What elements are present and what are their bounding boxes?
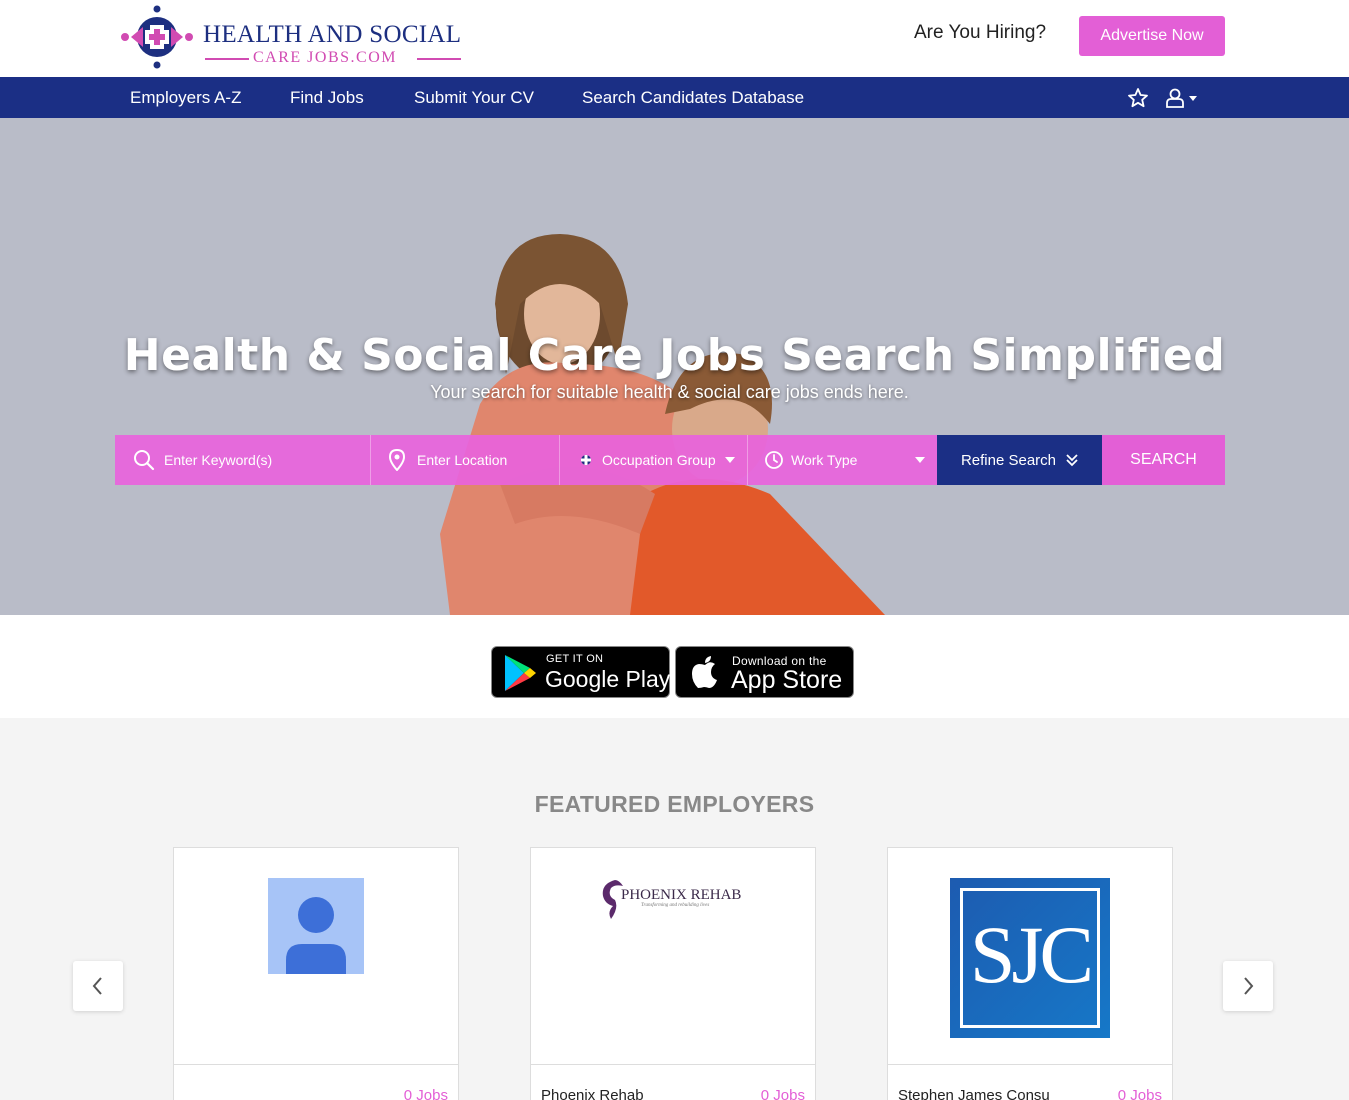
employer-card[interactable]: PHOENIX REHAB Transforming and rebuildin… [530,847,816,1100]
phoenix-rehab-logo: PHOENIX REHAB Transforming and rebuildin… [597,878,757,923]
employer-name: Phoenix Rehab [541,1087,644,1100]
logo-divider-left [205,58,249,60]
chevron-right-icon [1244,977,1254,995]
app-download-section: GET IT ON Google Play Download on the Ap… [0,615,1349,718]
nav-submit-cv[interactable]: Submit Your CV [414,88,534,108]
double-chevron-down-icon [1066,454,1078,467]
employer-card-footer: 0 Jobs [174,1064,458,1100]
employer-card[interactable]: 0 Jobs [173,847,459,1100]
google-play-big-text: Google Play [545,666,671,692]
search-icon [134,450,155,471]
job-search-bar: Enter Keyword(s) Enter Location Occupati… [115,435,1225,485]
location-input[interactable]: Enter Location [371,435,560,485]
employer-name: Stephen James Consu [898,1087,1050,1100]
app-store-big-text: App Store [731,666,843,694]
chevron-left-icon [92,977,102,995]
employer-card-footer: Phoenix Rehab 0 Jobs [531,1064,815,1100]
work-type-select[interactable]: Work Type [748,435,937,485]
clock-icon [765,451,783,469]
logo-title: HEALTH AND SOCIAL [203,21,462,48]
nav-search-candidates[interactable]: Search Candidates Database [582,88,804,108]
occupation-label: Occupation Group [602,452,716,468]
carousel-prev-button[interactable] [73,961,123,1011]
hero-subtitle: Your search for suitable health & social… [430,382,909,402]
phoenix-logo-text: PHOENIX REHAB [621,887,742,903]
featured-employers-section: FEATURED EMPLOYERS 0 Jobs PHOENIX REHAB … [0,718,1349,1100]
nav-find-jobs[interactable]: Find Jobs [290,88,364,108]
hiring-prompt: Are You Hiring? [914,22,1047,43]
hero-photo [440,234,885,615]
sjc-logo: SJC [950,878,1110,1038]
location-pin-icon [388,449,406,471]
logo-divider-right [417,58,461,60]
google-play-badge[interactable]: GET IT ON Google Play [491,646,670,698]
featured-employers-title: FEATURED EMPLOYERS [534,791,815,817]
star-icon[interactable] [1126,86,1150,110]
avatar-placeholder-icon [268,878,364,974]
site-header: HEALTH AND SOCIAL CARE JOBS.COM Are You … [0,0,1349,77]
google-play-small-text: GET IT ON [546,653,604,665]
search-button[interactable]: SEARCH [1102,435,1225,485]
occupation-group-select[interactable]: Occupation Group [560,435,748,485]
occupation-emblem-icon [581,455,591,465]
chevron-down-icon [725,457,735,463]
employer-jobs-count[interactable]: 0 Jobs [1118,1087,1162,1100]
hero-banner: Health & Social Care Jobs Search Simplif… [0,118,1349,615]
work-type-label: Work Type [791,452,858,468]
app-store-badge[interactable]: Download on the App Store [675,646,854,698]
keyword-input[interactable]: Enter Keyword(s) [115,435,371,485]
google-play-icon [505,655,536,691]
employer-card-footer: Stephen James Consu 0 Jobs [888,1064,1172,1100]
refine-search-label: Refine Search [960,451,1057,469]
refine-search-button[interactable]: Refine Search [937,435,1102,485]
apple-icon [692,656,717,688]
carousel-next-button[interactable] [1223,961,1273,1011]
sjc-logo-text: SJC [969,909,1094,1000]
site-logo[interactable]: HEALTH AND SOCIAL CARE JOBS.COM [117,5,467,69]
keyword-placeholder: Enter Keyword(s) [164,452,273,468]
main-nav: Employers A-Z Find Jobs Submit Your CV S… [0,77,1349,118]
logo-subtitle: CARE JOBS.COM [253,49,397,66]
location-placeholder: Enter Location [417,452,508,468]
hero-title: Health & Social Care Jobs Search Simplif… [123,330,1226,381]
user-icon[interactable] [1164,86,1200,110]
chevron-down-icon [915,457,925,463]
employer-jobs-count[interactable]: 0 Jobs [761,1087,805,1100]
employer-card[interactable]: SJC Stephen James Consu 0 Jobs [887,847,1173,1100]
nav-employers-az[interactable]: Employers A-Z [130,88,241,108]
logo-emblem-icon [121,5,193,69]
employer-jobs-count[interactable]: 0 Jobs [404,1087,448,1100]
phoenix-logo-tagline: Transforming and rebuilding lives [641,903,710,908]
advertise-now-button[interactable]: Advertise Now [1079,16,1225,56]
